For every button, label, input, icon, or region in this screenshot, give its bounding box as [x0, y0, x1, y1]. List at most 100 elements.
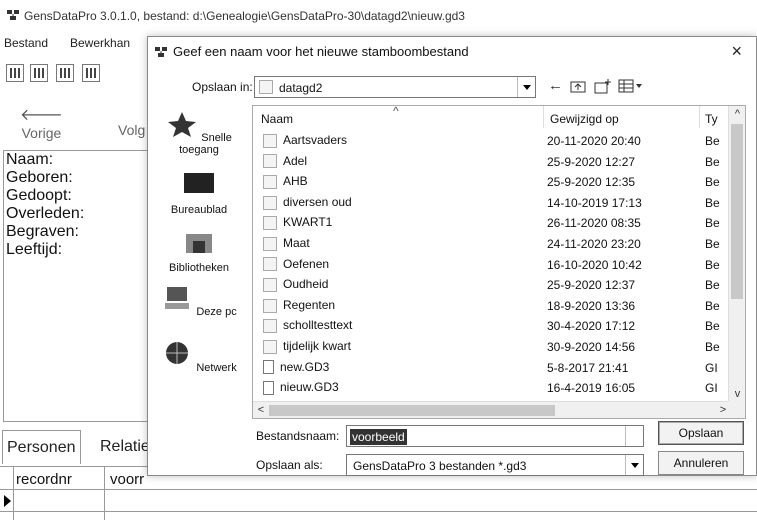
info-overleden: Overleden: — [6, 205, 85, 222]
back-button[interactable]: 🡐 Vorige — [20, 104, 63, 141]
tree-icon[interactable] — [30, 64, 48, 82]
saveas-value: GensDataPro 3 bestanden *.gd3 — [353, 459, 527, 473]
save-button[interactable]: Opslaan — [658, 421, 744, 445]
file-date: 25-9-2020 12:37 — [547, 278, 636, 293]
grid-icon[interactable] — [82, 64, 100, 82]
info-gedoopt: Gedoopt: — [6, 187, 72, 204]
folder-icon — [263, 133, 277, 148]
column-voornaam[interactable]: voorr — [110, 471, 144, 488]
scroll-down-icon[interactable]: v — [729, 386, 745, 402]
close-button[interactable]: × — [731, 41, 742, 62]
file-date: 18-9-2020 13:36 — [547, 298, 636, 313]
list-item[interactable]: nieuw.GD3 16-4-2019 16:05 GI — [253, 377, 731, 398]
new-folder-icon[interactable] — [594, 78, 612, 94]
file-type: Be — [705, 340, 720, 354]
computer-icon — [165, 287, 190, 309]
app-title: GensDataPro 3.0.1.0, bestand: d:\Genealo… — [24, 9, 465, 23]
horizontal-scrollbar[interactable]: < > — [253, 401, 731, 418]
up-folder-icon[interactable] — [570, 79, 586, 93]
list-item[interactable]: AHB 25-9-2020 12:35 Be — [253, 171, 731, 192]
column-type[interactable]: Ty — [705, 112, 718, 126]
file-name: Oefenen — [263, 257, 329, 272]
app-icon — [7, 10, 19, 20]
menu-bestand[interactable]: Bestand — [4, 36, 48, 50]
scroll-thumb[interactable] — [731, 124, 743, 299]
vertical-scrollbar[interactable]: ^ v — [728, 106, 745, 402]
info-naam: Naam: — [6, 151, 54, 168]
row-pointer-icon — [4, 495, 11, 507]
file-name: scholltesttext — [263, 318, 352, 334]
file-type: Be — [705, 278, 720, 293]
dialog-titlebar: Geef een naam voor het nieuwe stamboombe… — [148, 37, 756, 67]
file-type: GI — [705, 360, 718, 375]
file-date: 30-9-2020 14:56 — [547, 340, 636, 354]
saveas-select[interactable]: GensDataPro 3 bestanden *.gd3 — [346, 454, 644, 476]
place-network[interactable]: Netwerk — [154, 341, 244, 374]
info-geboren: Geboren: — [6, 169, 73, 186]
file-date: 25-9-2020 12:27 — [547, 154, 636, 169]
file-name: Aartsvaders — [263, 133, 347, 148]
place-libraries[interactable]: Bibliotheken — [154, 229, 244, 274]
file-name: Oudheid — [263, 277, 328, 293]
file-type: Be — [705, 134, 720, 148]
table-row[interactable] — [0, 490, 757, 512]
folder-icon — [263, 195, 277, 210]
place-quick-access[interactable]: Snelle toegang — [154, 111, 244, 156]
folder-icon — [263, 298, 277, 313]
file-name: KWART1 — [263, 215, 332, 231]
file-name: tijdelijk kwart — [263, 339, 351, 354]
scroll-up-icon[interactable]: ^ — [729, 106, 745, 122]
list-item[interactable]: KWART1 26-11-2020 08:35 Be — [253, 212, 731, 233]
column-recordnr[interactable]: recordnr — [16, 471, 72, 488]
list-item[interactable]: Adel 25-9-2020 12:27 Be — [253, 151, 731, 172]
list-item[interactable]: Maat 24-11-2020 23:20 Be — [253, 233, 731, 254]
file-list[interactable]: ^ Naam Gewijzigd op Ty Aartsvaders 20-11-… — [252, 105, 746, 419]
scroll-left-icon[interactable]: < — [253, 402, 269, 418]
file-date: 20-11-2020 20:40 — [547, 134, 641, 148]
save-dialog: Geef een naam voor het nieuwe stamboombe… — [147, 36, 757, 476]
forward-button[interactable]: Volg — [118, 104, 145, 138]
file-name: Maat — [263, 236, 310, 251]
file-type: Be — [705, 319, 720, 334]
menu-bewerken[interactable]: Bewerkhan — [70, 36, 130, 50]
chevron-down-icon[interactable] — [517, 77, 535, 97]
list-item[interactable]: Regenten 18-9-2020 13:36 Be — [253, 295, 731, 316]
place-desktop[interactable]: Bureaublad — [154, 171, 244, 216]
list-item[interactable]: Aartsvaders 20-11-2020 20:40 Be — [253, 130, 731, 151]
filename-input[interactable]: voorbeeld — [346, 425, 644, 447]
cancel-button[interactable]: Annuleren — [658, 451, 744, 475]
place-this-pc[interactable]: Deze pc — [154, 285, 244, 318]
list-item[interactable]: new.GD3 5-8-2017 21:41 GI — [253, 357, 731, 378]
file-name: Regenten — [263, 298, 335, 313]
save-in-select[interactable]: datagd2 — [254, 76, 536, 98]
app-icon — [155, 47, 167, 57]
tree-icon[interactable] — [6, 64, 24, 82]
star-icon — [168, 112, 197, 137]
file-date: 16-4-2019 16:05 — [547, 381, 636, 396]
list-item[interactable]: Oudheid 25-9-2020 12:37 Be — [253, 274, 731, 295]
list-item[interactable]: tijdelijk kwart 30-9-2020 14:56 Be — [253, 336, 731, 357]
file-name: Adel — [263, 154, 307, 169]
grid-icon[interactable] — [56, 64, 74, 82]
file-type: Be — [705, 175, 720, 190]
back-arrow-icon[interactable]: ← — [548, 77, 563, 94]
filename-value: voorbeeld — [350, 429, 407, 445]
tab-personen[interactable]: Personen — [2, 430, 81, 464]
info-leeftijd: Leeftijd: — [6, 241, 63, 258]
folder-icon — [263, 154, 277, 169]
folder-icon — [263, 257, 277, 272]
column-modified[interactable]: Gewijzigd op — [550, 112, 619, 126]
list-item[interactable]: Oefenen 16-10-2020 10:42 Be — [253, 254, 731, 275]
scroll-thumb[interactable] — [269, 405, 555, 416]
chevron-down-icon[interactable] — [625, 426, 643, 446]
view-menu-icon[interactable] — [618, 79, 642, 93]
list-item[interactable]: scholltesttext 30-4-2020 17:12 Be — [253, 315, 731, 336]
list-item[interactable]: diversen oud 14-10-2019 17:13 Be — [253, 192, 731, 213]
tab-relaties[interactable]: Relatie — [96, 430, 154, 464]
desktop-icon — [184, 173, 214, 193]
chevron-down-icon[interactable] — [625, 455, 643, 475]
folder-icon — [263, 236, 277, 251]
column-name[interactable]: Naam — [261, 112, 293, 126]
dialog-title: Geef een naam voor het nieuwe stamboombe… — [173, 44, 469, 59]
library-icon — [186, 234, 212, 253]
